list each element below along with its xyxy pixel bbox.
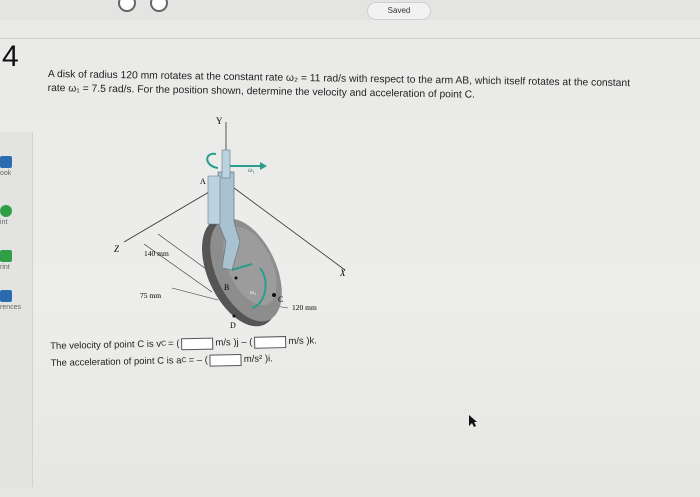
mouse-cursor-icon	[469, 415, 477, 427]
sidebar-item-label: rences	[0, 304, 22, 311]
book-icon	[0, 156, 12, 168]
arrowhead-icon	[260, 162, 267, 170]
dimension-line	[171, 287, 219, 301]
dimension-120-label: 120 mm	[292, 303, 317, 312]
mechanism-figure: Y X Z A B C D ω₁ ω₂ 140 mm 75 mm 120 mm	[114, 116, 346, 330]
omega1-arrow	[206, 152, 219, 169]
sidebar-item-label: rint	[0, 264, 10, 271]
arm-bracket	[207, 175, 221, 225]
velocity-unit-k: m/s )k.	[288, 335, 318, 348]
left-sidebar: ook int rint rences	[0, 132, 33, 487]
shaft	[221, 149, 231, 179]
velocity-subscript: C	[160, 340, 167, 348]
dimension-140-label: 140 mm	[144, 249, 169, 258]
label-c: C	[278, 295, 283, 304]
hint-icon	[0, 205, 12, 217]
acceleration-prefix: The acceleration of point C is a	[50, 355, 182, 369]
references-icon	[0, 290, 12, 302]
label-x: X	[339, 268, 346, 278]
question-number: 4	[2, 40, 19, 73]
label-omega2: ω₂	[250, 290, 256, 296]
label-y: Y	[216, 116, 223, 126]
dimension-75-label: 75 mm	[140, 291, 161, 300]
toolbar-circle-icon[interactable]	[150, 0, 168, 12]
acceleration-subscript: C	[181, 357, 187, 365]
sidebar-item-label: int	[0, 219, 8, 226]
acceleration-i-input[interactable]	[209, 353, 242, 367]
problem-statement: A disk of radius 120 mm rotates at the c…	[48, 68, 688, 106]
toolbar-circle-icon[interactable]	[118, 0, 136, 12]
acceleration-equals: = – (	[188, 354, 208, 367]
sidebar-item-label: ook	[0, 170, 12, 177]
header-divider	[0, 38, 700, 39]
acceleration-unit-i: m/s² )i.	[243, 353, 273, 365]
velocity-unit-j: m/s )j – (	[215, 336, 253, 349]
page: Saved 4 ook int rint rences A disk of ra…	[0, 0, 700, 497]
velocity-k-input[interactable]	[254, 335, 287, 349]
saved-status-badge: Saved	[367, 2, 431, 20]
velocity-j-input[interactable]	[181, 337, 214, 350]
answer-section: The velocity of point C is v C = ( m/s )…	[50, 332, 317, 372]
label-omega1: ω₁	[248, 166, 255, 174]
label-z: Z	[114, 244, 120, 254]
print-icon	[0, 250, 12, 262]
velocity-equals: = (	[167, 338, 180, 350]
label-b: B	[224, 283, 229, 292]
label-a: A	[200, 177, 206, 186]
label-d: D	[230, 321, 236, 330]
point-c	[272, 293, 276, 297]
point-b	[234, 276, 238, 280]
top-toolbar: Saved	[0, 0, 700, 20]
point-d	[232, 314, 236, 318]
